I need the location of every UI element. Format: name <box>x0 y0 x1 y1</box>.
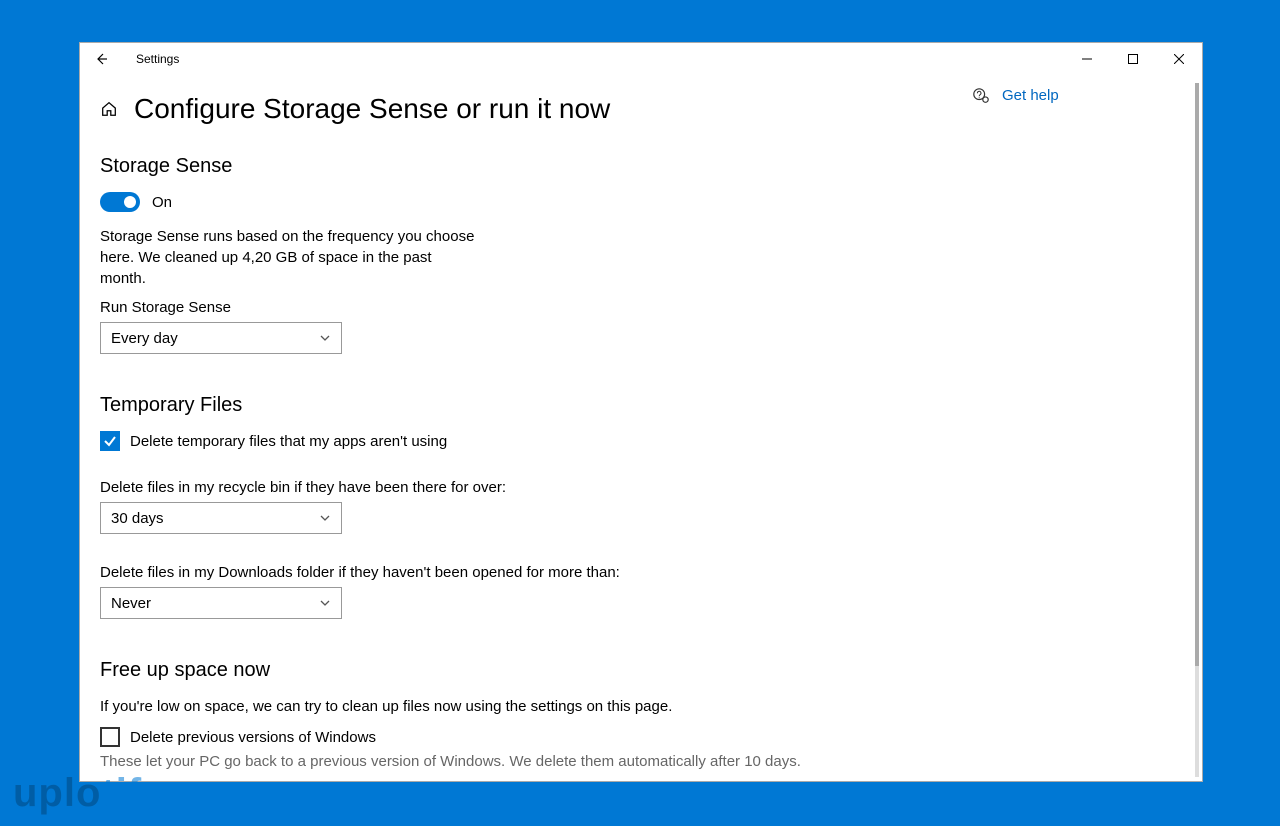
downloads-label: Delete files in my Downloads folder if t… <box>100 564 952 581</box>
scrollbar[interactable] <box>1195 83 1199 777</box>
help-icon <box>972 87 990 105</box>
recycle-bin-value: 30 days <box>111 510 164 527</box>
section-storage-sense: Storage Sense <box>100 155 952 178</box>
delete-previous-windows-label: Delete previous versions of Windows <box>130 729 376 746</box>
home-button[interactable] <box>100 100 118 118</box>
chevron-down-icon <box>319 512 331 524</box>
checkmark-icon <box>103 434 117 448</box>
storage-sense-toggle-label: On <box>152 194 172 211</box>
free-up-description: If you're low on space, we can try to cl… <box>100 696 700 717</box>
delete-temp-files-checkbox[interactable] <box>100 431 120 451</box>
chevron-down-icon <box>319 332 331 344</box>
delete-previous-windows-checkbox[interactable] <box>100 727 120 747</box>
scrollbar-thumb[interactable] <box>1195 83 1199 666</box>
run-storage-sense-label: Run Storage Sense <box>100 299 952 316</box>
minimize-icon <box>1082 54 1092 64</box>
titlebar: Settings <box>80 43 1202 75</box>
back-button[interactable] <box>90 48 112 70</box>
section-free-up-space: Free up space now <box>100 659 952 682</box>
recycle-bin-dropdown[interactable]: 30 days <box>100 502 342 534</box>
downloads-dropdown[interactable]: Never <box>100 587 342 619</box>
downloads-value: Never <box>111 595 151 612</box>
storage-sense-description: Storage Sense runs based on the frequenc… <box>100 226 480 289</box>
close-button[interactable] <box>1156 43 1202 75</box>
run-storage-sense-dropdown[interactable]: Every day <box>100 322 342 354</box>
section-temporary-files: Temporary Files <box>100 394 952 417</box>
page-title: Configure Storage Sense or run it now <box>134 93 610 125</box>
home-icon <box>100 100 118 118</box>
window-title: Settings <box>136 52 179 66</box>
delete-temp-files-label: Delete temporary files that my apps aren… <box>130 433 447 450</box>
page-content: Configure Storage Sense or run it now St… <box>80 75 972 781</box>
watermark: uplotify <box>13 771 165 816</box>
maximize-button[interactable] <box>1110 43 1156 75</box>
close-icon <box>1174 54 1184 64</box>
chevron-down-icon <box>319 597 331 609</box>
recycle-bin-label: Delete files in my recycle bin if they h… <box>100 479 952 496</box>
arrow-left-icon <box>94 52 108 66</box>
help-panel: Get help <box>972 75 1202 781</box>
storage-sense-toggle[interactable] <box>100 192 140 212</box>
run-storage-sense-value: Every day <box>111 330 178 347</box>
delete-previous-windows-note: These let your PC go back to a previous … <box>100 753 952 770</box>
get-help-link[interactable]: Get help <box>1002 87 1059 104</box>
minimize-button[interactable] <box>1064 43 1110 75</box>
maximize-icon <box>1128 54 1138 64</box>
settings-window: Settings Configure Storage Sense or run … <box>79 42 1203 782</box>
